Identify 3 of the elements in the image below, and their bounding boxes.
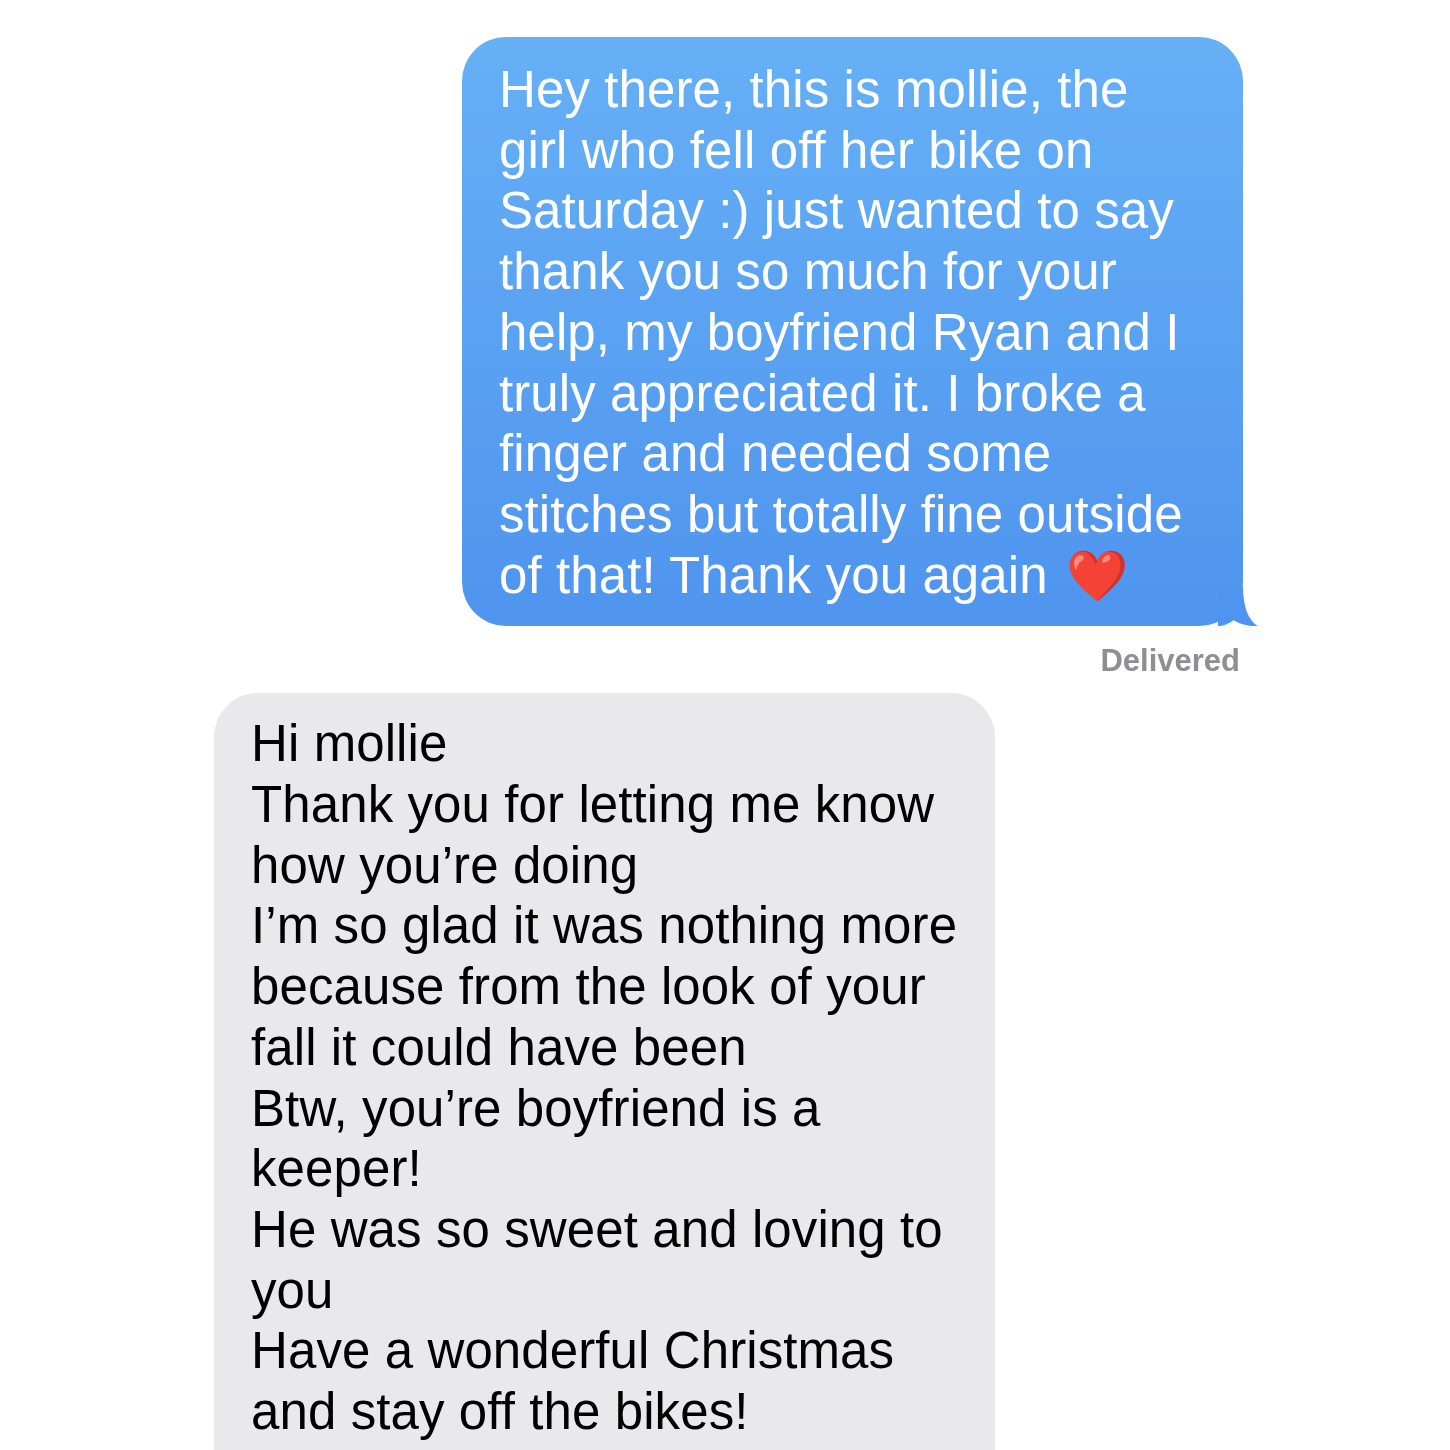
message-text: Hey there, this is mollie, the girl who fell off her bike on Saturday :) just wanted to say thank you so much for your help, my boyfriend Ryan and I truly appreciated it. I broke a finger and needed some stitches but totally fine outside of that! Thank you again ❤ [499, 61, 1183, 604]
delivery-status: Delivered [1100, 643, 1240, 680]
message-text: Hi mollie Thank you for letting me know how you’re doing I’m so glad it was nothing more because from the look of your fall it could have been Btw, you’re boyfriend is a keeper! He was so sweet and loving to you Have a wonderful Christmas and stay off the bikes! [251, 715, 958, 1441]
